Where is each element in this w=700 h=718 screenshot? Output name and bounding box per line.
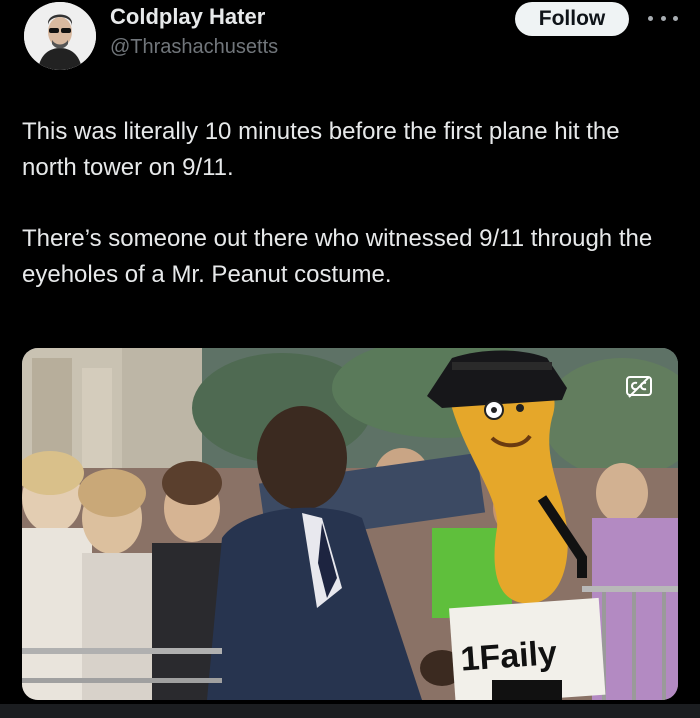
- video-frame: 1Faily: [22, 348, 678, 700]
- author-handle[interactable]: @Thrashachusetts: [110, 36, 278, 59]
- more-horizontal-icon[interactable]: [648, 8, 678, 28]
- follow-button[interactable]: Follow: [515, 2, 629, 36]
- sign-text: 1Faily: [459, 634, 558, 679]
- tweet-paragraph: This was literally 10 minutes before the…: [22, 118, 620, 181]
- tweet-paragraph: There’s someone out there who witnessed …: [22, 225, 653, 288]
- bottom-divider: [0, 704, 700, 718]
- tweet-text: This was literally 10 minutes before the…: [22, 114, 672, 293]
- closed-captions-icon[interactable]: [626, 376, 652, 398]
- tweet-video[interactable]: 1Faily: [22, 348, 678, 700]
- author-avatar[interactable]: [24, 2, 96, 70]
- author-display-name[interactable]: Coldplay Hater: [110, 4, 265, 30]
